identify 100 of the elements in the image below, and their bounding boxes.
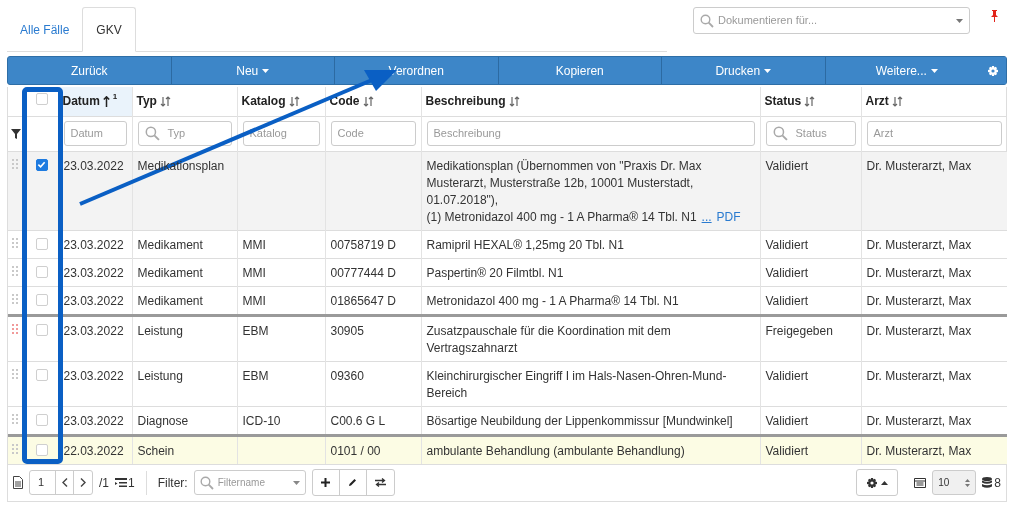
filter-field[interactable]: Datum	[63, 121, 127, 146]
caret-icon	[930, 68, 938, 73]
drag-handle-icon[interactable]	[12, 368, 18, 379]
link[interactable]: ...	[701, 208, 712, 226]
table-cell: ICD-10	[242, 413, 281, 428]
table-cell: Schein	[137, 443, 175, 458]
tab[interactable]: Alle Fälle	[7, 7, 83, 52]
filter-field[interactable]: Status	[765, 121, 856, 146]
table-cell: MMI	[242, 237, 266, 252]
table-cell: 00777444 D	[330, 265, 396, 280]
filter-field[interactable]: Code	[330, 121, 416, 146]
toolbar-button[interactable]: Neu	[170, 57, 334, 84]
table-cell: Metronidazol 400 mg - 1 A Pharma® 14 Tbl. N1	[426, 293, 679, 308]
drag-handle-icon[interactable]	[12, 158, 18, 169]
toolbar-button[interactable]: Drucken	[661, 57, 825, 84]
sort-icon	[891, 95, 903, 107]
search-icon	[199, 475, 214, 490]
column-header[interactable]: Typ	[136, 92, 171, 111]
chevron-left-icon	[61, 478, 68, 487]
caret-icon	[292, 480, 300, 485]
toolbar-button[interactable]: Zurück	[8, 57, 171, 84]
drag-handle-icon[interactable]	[12, 237, 18, 248]
sort-icon	[288, 95, 300, 107]
document-icon	[13, 476, 23, 489]
caret-icon	[764, 68, 772, 73]
filter-placeholder: Code	[337, 126, 364, 142]
table-row[interactable]: 23.03.2022 Medikament MMI 01865647 D Metronidazol 400 mg - 1 A Pharma® 14 Tbl. N1 Validiert Dr. Musterarzt, Max	[8, 286, 1007, 315]
table-cell: 09360	[330, 368, 364, 383]
table-cell: Dr. Musterarzt, Max	[866, 323, 972, 338]
filter-icon[interactable]	[11, 128, 21, 139]
table-row[interactable]: 23.03.2022 Leistung EBM 30905 Zusatzpauschale für die Koordination mit dem Vertragszahnarzt Freigegeben Dr. Musterarzt, Max	[8, 315, 1007, 361]
table-cell: (1) Metronidazol 400 mg - 1 A Pharma® 14 Tbl. N1	[426, 208, 697, 226]
table-row[interactable]: 23.03.2022 Leistung EBM 09360 Kleinchirurgischer Eingriff I im Hals-Nasen-Ohren-Mund-Bereich Validiert Dr. Musterarzt, Max	[8, 361, 1007, 406]
sort-icon	[362, 95, 374, 107]
column-header[interactable]: Katalog	[241, 92, 300, 111]
table-cell: Dr. Musterarzt, Max	[866, 265, 972, 280]
drag-handle-icon[interactable]	[12, 323, 18, 334]
database-icon	[982, 476, 993, 489]
search-placeholder: Dokumentieren für...	[718, 13, 819, 29]
table-row[interactable]: 23.03.2022 Diagnose ICD-10 C00.6 G L Bösartige Neubildung der Lippenkommissur [Mundwinkel] Validiert Dr. Musterarzt, Max	[8, 406, 1007, 435]
table-cell: Validiert	[765, 443, 808, 458]
table-cell: Medikament	[137, 293, 203, 308]
table-row[interactable]	[8, 151, 1007, 230]
sort-icon	[159, 95, 171, 107]
table-cell: EBM	[242, 323, 269, 338]
table-cell: Zusatzpauschale für die Koordination mit dem Vertragszahnarzt	[426, 323, 671, 355]
table-cell: Dr. Musterarzt, Max	[866, 368, 972, 383]
filter-placeholder: Typ	[167, 126, 186, 142]
table-cell: Ramipril HEXAL® 1,25mg 20 Tbl. N1	[426, 237, 624, 252]
filter-label: Filter:	[157, 474, 188, 492]
drag-handle-icon[interactable]	[12, 265, 18, 276]
table-cell: Dr. Musterarzt, Max	[866, 413, 972, 428]
settings-icon	[866, 477, 877, 488]
column-header[interactable]: Arzt	[865, 92, 903, 111]
table-cell: 22.03.2022	[63, 443, 124, 458]
filter-field[interactable]: Beschreibung	[426, 121, 755, 146]
toolbar-button[interactable]: Kopieren	[497, 57, 661, 84]
link[interactable]: PDF	[716, 208, 741, 226]
page-input[interactable]: 1	[30, 471, 56, 494]
table-row[interactable]: 23.03.2022 Medikament MMI 00777444 D Paspertin® 20 Filmtbl. N1 Validiert Dr. Musterarzt, Max	[8, 258, 1007, 286]
drag-handle-icon[interactable]	[12, 443, 18, 454]
drag-handle-icon[interactable]	[12, 293, 18, 304]
tab[interactable]: GKV	[82, 7, 136, 52]
table-cell: 23.03.2022	[63, 368, 124, 383]
checkbox[interactable]	[35, 158, 48, 171]
search-icon	[144, 126, 160, 141]
filter-placeholder: Arzt	[873, 126, 894, 142]
table-cell: 30905	[330, 323, 364, 338]
list-icon	[115, 477, 127, 488]
page-total: /1	[99, 474, 109, 492]
table-cell: Validiert	[765, 413, 808, 428]
table-cell: Dr. Musterarzt, Max	[866, 158, 972, 173]
settings-button[interactable]	[856, 469, 899, 496]
filter-placeholder: Datum	[70, 126, 103, 142]
spinner-icon	[965, 478, 971, 487]
table-row[interactable]: 23.03.2022 Medikament MMI 00758719 D Ramipril HEXAL® 1,25mg 20 Tbl. N1 Validiert Dr. Musterarzt, Max	[8, 230, 1007, 258]
sort-icon	[508, 95, 520, 107]
table-cell: Validiert	[765, 265, 808, 280]
sort-rank: 1	[112, 91, 118, 104]
column-header[interactable]: Status	[764, 92, 816, 111]
page-size-select[interactable]: 10	[932, 470, 977, 495]
table-cell: Medikament	[137, 237, 203, 252]
filter-select[interactable]: Filtername	[193, 470, 306, 495]
drag-handle-icon[interactable]	[12, 413, 18, 424]
search-icon	[700, 13, 714, 28]
filter-placeholder: Status	[795, 126, 827, 142]
settings-icon	[988, 65, 998, 76]
table-cell: Paspertin® 20 Filmtbl. N1	[426, 265, 564, 280]
column-header[interactable]: Beschreibung	[425, 92, 520, 111]
filter-field[interactable]: Arzt	[866, 121, 1002, 146]
filter-placeholder: Beschreibung	[433, 126, 501, 142]
sort-icon	[804, 95, 816, 107]
table-cell: Diagnose	[137, 413, 189, 428]
pin-icon[interactable]	[990, 9, 999, 22]
table-view-icon	[914, 477, 927, 488]
document-search-field[interactable]: Dokumentieren für...	[693, 7, 970, 34]
table-cell: EBM	[242, 368, 269, 383]
filter-field[interactable]: Typ	[137, 121, 232, 146]
table-row[interactable]: 22.03.2022 Schein 0101 / 00 ambulante Behandlung (ambulante Behandlung) Validiert Dr. Musterarzt, Max	[8, 435, 1007, 464]
list-count: 1	[128, 474, 135, 492]
